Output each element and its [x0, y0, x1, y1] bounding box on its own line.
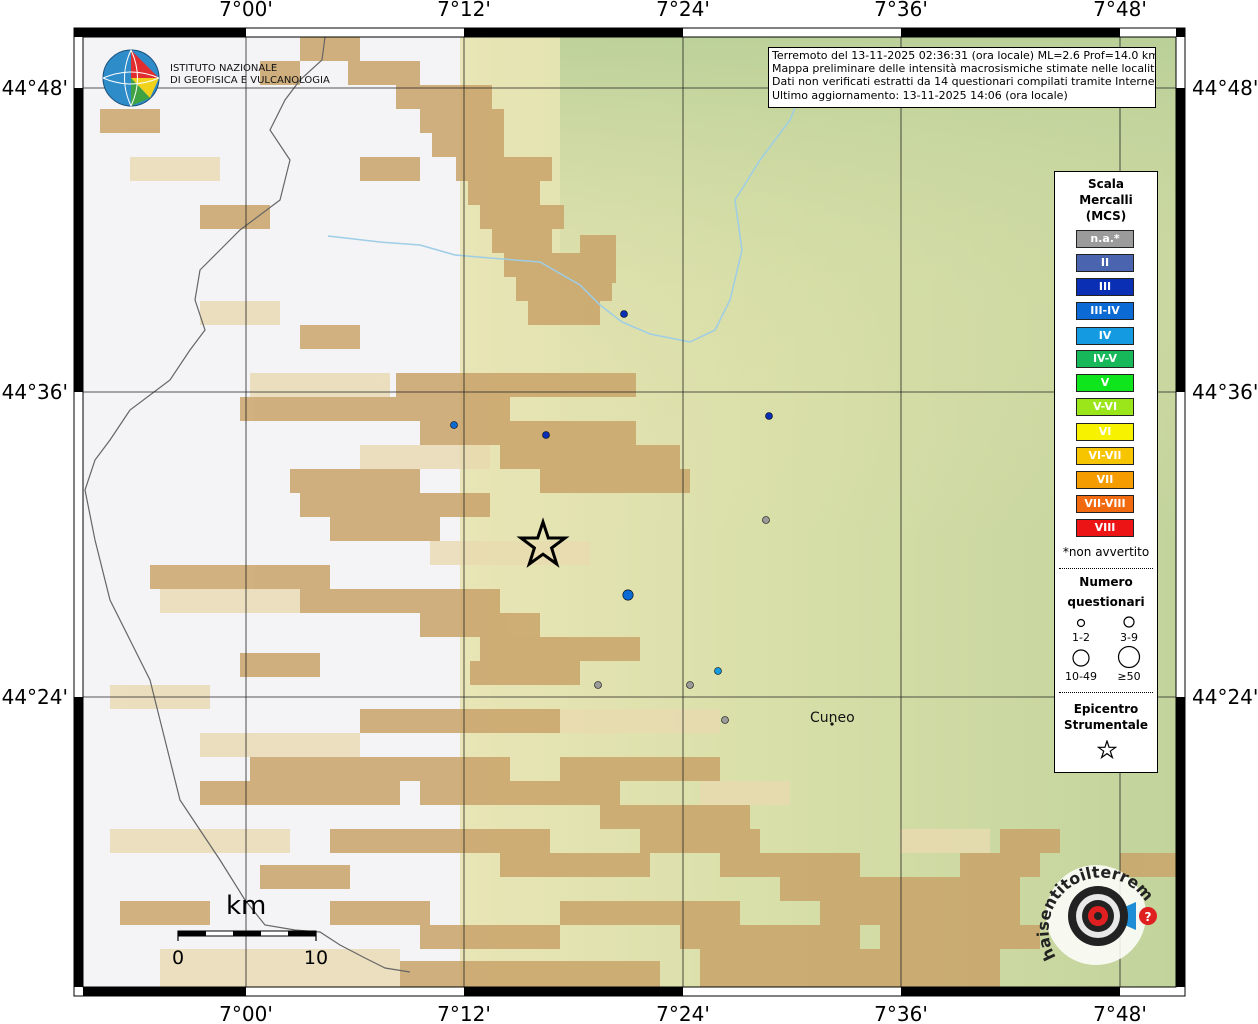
observation-point[interactable] [620, 310, 628, 318]
legend-divider [1059, 692, 1153, 693]
size-label: 3-9 [1120, 631, 1138, 644]
legend-title-line: (MCS) [1085, 209, 1127, 223]
epicenter-legend-star-icon [1097, 740, 1117, 760]
lon-tick-label-top: 7°48' [1093, 0, 1147, 21]
lon-tick-label-top: 7°12' [437, 0, 491, 21]
epicenter-title-line: Strumentale [1063, 718, 1149, 732]
observation-point[interactable] [686, 681, 694, 689]
terrain-background [83, 37, 1176, 987]
scale-item-iii: III [1076, 278, 1134, 296]
observation-point[interactable] [622, 589, 634, 601]
epicenter-title-line: Epicentro [1073, 702, 1139, 716]
lon-tick-label-bottom: 7°12' [437, 1002, 491, 1024]
lat-tick-label-left: 44°36' [2, 380, 68, 404]
lat-tick-label-right: 44°36' [1192, 380, 1258, 404]
event-info-line: Mappa preliminare delle intensità macros… [772, 62, 1156, 76]
scale-item-na: n.a.* [1076, 230, 1134, 248]
observation-point[interactable] [542, 431, 550, 439]
lon-tick-label-top: 7°00' [219, 0, 273, 21]
size-label: 10-49 [1065, 670, 1097, 683]
scale-item-v: V [1076, 374, 1134, 392]
scale-item-ii: II [1076, 254, 1134, 272]
observation-point[interactable] [450, 421, 458, 429]
scale-item-vii: VII [1076, 471, 1134, 489]
event-info-line: Dati non verificati estratti da 14 quest… [772, 75, 1156, 89]
lon-tick-label-bottom: 7°00' [219, 1002, 273, 1024]
scale-item-iv: IV [1076, 327, 1134, 345]
city-label: Cuneo [810, 710, 855, 726]
observation-point[interactable] [714, 667, 722, 675]
legend-title-line: Scala [1087, 177, 1125, 191]
count-title-line: Numero [1079, 575, 1133, 589]
svg-text:?: ? [1145, 910, 1152, 924]
scale-item-vi-vii: VI-VII [1076, 447, 1134, 465]
legend: Scala Mercalli (MCS) n.a.* II III III-IV… [1054, 171, 1158, 773]
observation-point[interactable] [762, 516, 770, 524]
scale-item-vii-viii: VII-VIII [1076, 495, 1134, 513]
scale-item-v-vi: V-VI [1076, 398, 1134, 416]
scalebar-unit: km [226, 891, 266, 921]
lat-tick-label-left: 44°48' [2, 76, 68, 100]
hsit-logo: ? haisentitoilterremoto.it [1031, 845, 1166, 980]
not-felt-note: *non avvertito [1062, 545, 1150, 559]
observation-point[interactable] [721, 716, 729, 724]
size-1-2-icon [1076, 618, 1086, 628]
scale-item-vi: VI [1076, 423, 1134, 441]
scale-item-iii-iv: III-IV [1076, 302, 1134, 320]
hsit-logo-graphic: ? haisentitoilterremoto.it [1031, 845, 1157, 965]
event-info-line: Terremoto del 13-11-2025 02:36:31 (ora l… [772, 49, 1156, 62]
ingv-name-line2: DI GEOFISICA E VULCANOLOGIA [170, 75, 330, 86]
observation-point[interactable] [765, 412, 773, 420]
lat-tick-label-right: 44°48' [1192, 76, 1258, 100]
scalebar-start: 0 [172, 947, 184, 969]
lat-tick-label-left: 44°24' [2, 685, 68, 709]
event-info-line: Ultimo aggiornamento: 13-11-2025 14:06 (… [772, 88, 1068, 102]
scale-item-viii: VIII [1076, 519, 1134, 537]
scale-item-iv-v: IV-V [1076, 350, 1134, 368]
event-info-box: Terremoto del 13-11-2025 02:36:31 (ora l… [768, 47, 1156, 108]
lon-tick-label-bottom: 7°48' [1093, 1002, 1147, 1024]
lon-tick-label-top: 7°24' [656, 0, 710, 21]
legend-divider [1059, 568, 1153, 569]
observation-point[interactable] [594, 681, 602, 689]
size-3-9-icon [1123, 616, 1135, 628]
lon-tick-label-top: 7°36' [874, 0, 928, 21]
globe-icon [102, 49, 160, 107]
lon-tick-label-bottom: 7°24' [656, 1002, 710, 1024]
lat-tick-label-right: 44°24' [1192, 685, 1258, 709]
size-label: ≥50 [1117, 670, 1141, 683]
lon-tick-label-bottom: 7°36' [874, 1002, 928, 1024]
legend-title-line: Mercalli [1079, 193, 1133, 207]
size-50-icon [1117, 645, 1141, 669]
ingv-name: ISTITUTO NAZIONALE DI GEOFISICA E VULCAN… [170, 63, 330, 87]
size-label: 1-2 [1072, 631, 1090, 644]
ingv-name-line1: ISTITUTO NAZIONALE [170, 63, 278, 74]
scalebar-end: 10 [304, 947, 328, 969]
size-10-49-icon [1072, 649, 1090, 667]
count-title-line: questionari [1067, 595, 1145, 609]
